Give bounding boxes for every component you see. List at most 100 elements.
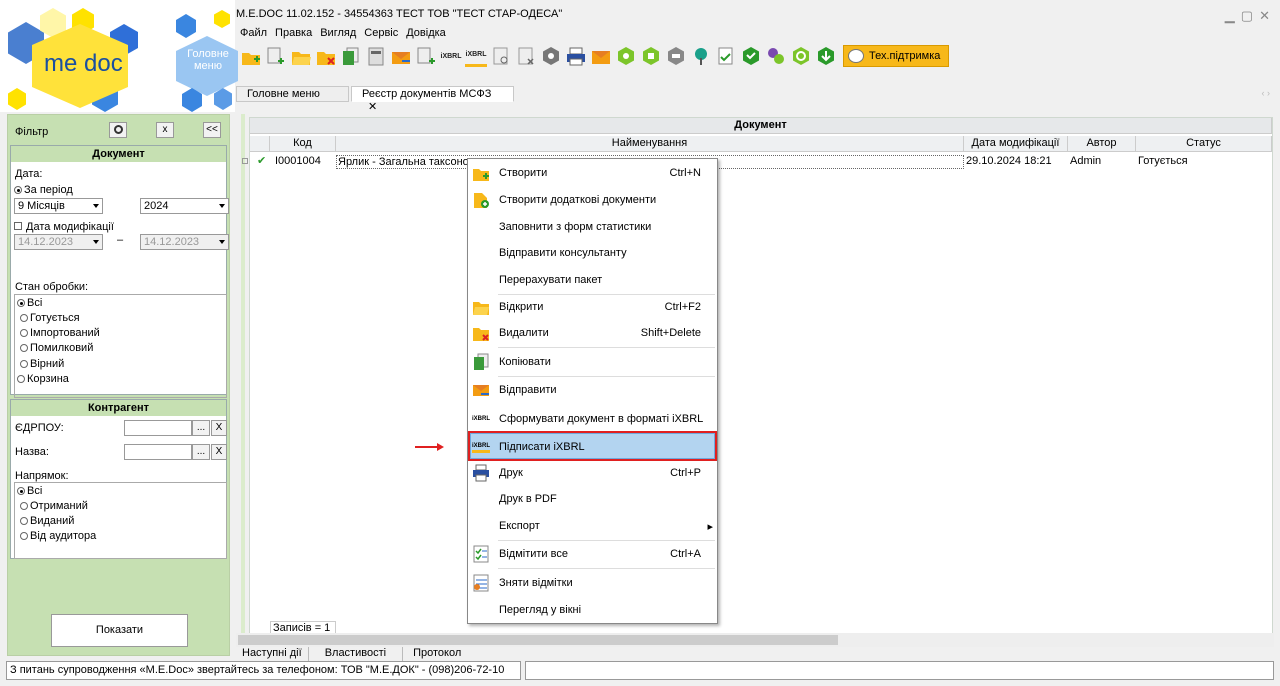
menu-item-create[interactable]: Створити Ctrl+N — [468, 160, 717, 186]
tab-protocol[interactable]: Протокол — [403, 647, 471, 661]
contragent-header: Контрагент — [11, 400, 226, 416]
direction-all[interactable]: Всі — [17, 485, 42, 497]
mod-date-checkbox[interactable]: Дата модифікації — [14, 221, 114, 233]
settings-icon[interactable] — [540, 45, 562, 67]
state-all[interactable]: Всі — [17, 297, 42, 309]
green-hex-icon[interactable] — [615, 45, 637, 67]
menu-item-open[interactable]: Відкрити Ctrl+F2 — [468, 294, 717, 320]
tab-scroll-arrows-icon[interactable]: ‹ › — [1262, 88, 1271, 98]
filter-settings-button[interactable] — [109, 122, 127, 138]
ixbrl-generate-icon[interactable]: iXBRL — [440, 45, 462, 67]
minimize-icon[interactable]: ▁ — [1225, 8, 1235, 24]
col-header-code[interactable]: Код — [270, 136, 336, 152]
close-icon[interactable]: ✕ — [1259, 8, 1270, 24]
group-icon[interactable] — [765, 45, 787, 67]
menu-view[interactable]: Вигляд — [320, 27, 356, 41]
grid-group-header: Документ — [250, 118, 1272, 134]
menu-edit[interactable]: Правка — [275, 27, 312, 41]
menu-item-sign-ixbrl[interactable]: iXBRL Підписати iXBRL — [468, 431, 717, 461]
state-error[interactable]: Помилковий — [20, 342, 93, 354]
state-imported[interactable]: Імпортований — [20, 327, 100, 339]
green-hex-2-icon[interactable] — [640, 45, 662, 67]
menu-item-view-window[interactable]: Перегляд у вікні — [468, 597, 717, 623]
name-input[interactable] — [124, 444, 192, 460]
filter-collapse-button[interactable]: << — [203, 122, 221, 138]
horizontal-scrollbar[interactable] — [236, 633, 1274, 647]
edrpou-browse-button[interactable]: ... — [192, 420, 210, 436]
search-doc-icon[interactable] — [490, 45, 512, 67]
menu-item-print-pdf[interactable]: Друк в PDF — [468, 486, 717, 512]
col-header-name[interactable]: Найменування — [336, 136, 964, 152]
col-header-status[interactable]: Статус — [1136, 136, 1272, 152]
menu-item-send-consultant[interactable]: Відправити консультанту — [468, 240, 717, 266]
splitter[interactable] — [241, 114, 245, 644]
period-select[interactable]: 9 Місяців — [14, 198, 103, 214]
printer-icon[interactable] — [565, 45, 587, 67]
name-browse-button[interactable]: ... — [192, 444, 210, 460]
direction-received[interactable]: Отриманий — [20, 500, 88, 512]
tab-ifrs-registry[interactable]: Реєстр документів МСФЗ ✕ — [351, 86, 514, 113]
tab-properties[interactable]: Властивості — [309, 647, 404, 661]
expand-icon[interactable] — [242, 158, 248, 164]
menu-item-copy[interactable]: Копіювати — [468, 349, 717, 375]
state-preparing[interactable]: Готується — [20, 312, 80, 324]
delete-doc-icon[interactable] — [315, 45, 337, 67]
menu-item-select-all[interactable]: Відмітити все Ctrl+A — [468, 541, 717, 567]
ixbrl-sign-icon[interactable]: iXBRL — [465, 45, 487, 67]
menu-item-fill-from-stats[interactable]: Заповнити з форм статистики — [468, 214, 717, 240]
refresh-icon[interactable] — [790, 45, 812, 67]
key-icon[interactable] — [690, 45, 712, 67]
tech-support-button[interactable]: Тех.підтримка — [843, 45, 950, 67]
direction-issued[interactable]: Виданий — [20, 515, 74, 527]
date-from-input[interactable]: 14.12.2023 — [14, 234, 103, 250]
menu-service[interactable]: Сервіс — [364, 27, 398, 41]
menu-item-export[interactable]: Експорт ▸ — [468, 513, 717, 539]
tab-close-icon[interactable]: ✕ — [368, 101, 377, 113]
col-header-date[interactable]: Дата модифікації — [964, 136, 1068, 152]
document-icon[interactable] — [365, 45, 387, 67]
state-valid[interactable]: Вірний — [20, 358, 64, 370]
doc-close-icon[interactable] — [515, 45, 537, 67]
year-select[interactable]: 2024 — [140, 198, 229, 214]
show-button[interactable]: Показати — [51, 614, 188, 647]
period-radio[interactable]: За період — [14, 184, 73, 196]
scroll-thumb[interactable] — [238, 635, 838, 645]
menu-item-label: Перегляд у вікні — [499, 604, 582, 616]
add-doc-icon[interactable] — [265, 45, 287, 67]
edrpou-input[interactable] — [124, 420, 192, 436]
home-menu-button[interactable]: Головне меню — [184, 48, 232, 72]
tab-next-actions[interactable]: Наступні дії — [236, 647, 309, 661]
col-header-author[interactable]: Автор — [1068, 136, 1136, 152]
copy-icon[interactable] — [340, 45, 362, 67]
checklist-icon[interactable] — [715, 45, 737, 67]
menu-item-print[interactable]: Друк Ctrl+P — [468, 460, 717, 486]
menu-help[interactable]: Довідка — [406, 27, 446, 41]
create-doc-icon[interactable] — [240, 45, 262, 67]
menu-item-recalculate[interactable]: Перерахувати пакет — [468, 267, 717, 293]
send-icon[interactable] — [390, 45, 412, 67]
filter-clear-button[interactable]: x — [156, 122, 174, 138]
menu-file[interactable]: Файл — [240, 27, 267, 41]
maximize-icon[interactable]: ▢ — [1241, 8, 1253, 24]
open-folder-icon[interactable] — [290, 45, 312, 67]
name-clear-button[interactable]: X — [211, 444, 227, 460]
state-imported-label: Імпортований — [30, 327, 100, 339]
logo-text: me doc — [44, 50, 123, 77]
download-icon[interactable] — [815, 45, 837, 67]
mail-icon[interactable] — [590, 45, 612, 67]
menu-item-delete[interactable]: Видалити Shift+Delete — [468, 320, 717, 346]
direction-auditor[interactable]: Від аудитора — [20, 530, 96, 542]
year-select-value: 2024 — [144, 200, 169, 212]
tab-home-menu[interactable]: Головне меню — [236, 86, 349, 102]
menu-item-create-additional[interactable]: Створити додаткові документи — [468, 187, 717, 213]
doc-add-icon[interactable] — [415, 45, 437, 67]
date-to-input[interactable]: 14.12.2023 — [140, 234, 229, 250]
direction-label: Напрямок: — [15, 470, 69, 482]
state-trash[interactable]: Корзина — [17, 373, 69, 385]
menu-item-unmark[interactable]: Зняти відмітки — [468, 570, 717, 596]
archive-icon[interactable] — [665, 45, 687, 67]
edrpou-clear-button[interactable]: X — [211, 420, 227, 436]
menu-item-generate-ixbrl[interactable]: iXBRL Сформувати документ в форматі iXBR… — [468, 406, 717, 432]
menu-item-send[interactable]: Відправити — [468, 377, 717, 403]
verify-icon[interactable] — [740, 45, 762, 67]
